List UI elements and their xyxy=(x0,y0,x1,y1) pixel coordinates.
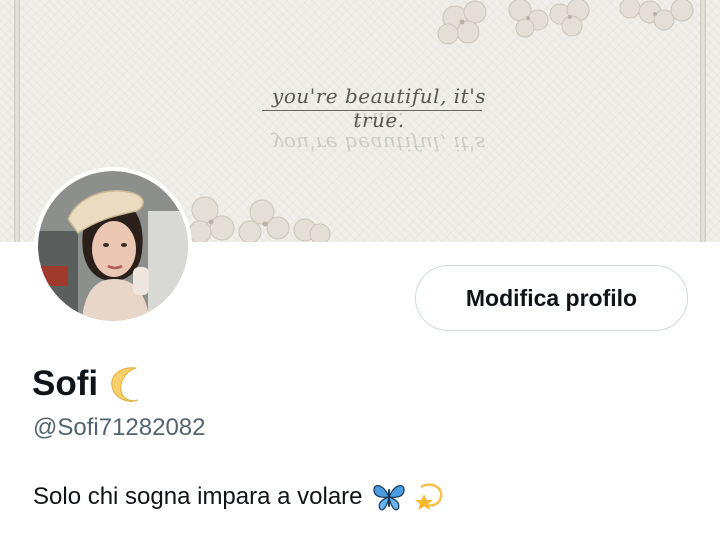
display-name: Sofi xyxy=(32,364,99,403)
user-handle: @Sofi71282082 xyxy=(33,414,206,441)
bio-row: Solo chi sogna impara a volare xyxy=(33,480,445,514)
banner-quote-reflection: you're beautiful, it's true. xyxy=(272,108,486,156)
bio-text: Solo chi sogna impara a volare xyxy=(33,483,363,510)
avatar[interactable] xyxy=(34,167,192,325)
crescent-moon-icon xyxy=(111,367,139,402)
dizzy-star-icon xyxy=(414,483,442,510)
avatar-photo xyxy=(38,171,188,321)
butterfly-icon xyxy=(372,485,405,511)
display-name-row: Sofi xyxy=(32,362,146,406)
edit-profile-button[interactable]: Modifica profilo xyxy=(415,265,688,331)
